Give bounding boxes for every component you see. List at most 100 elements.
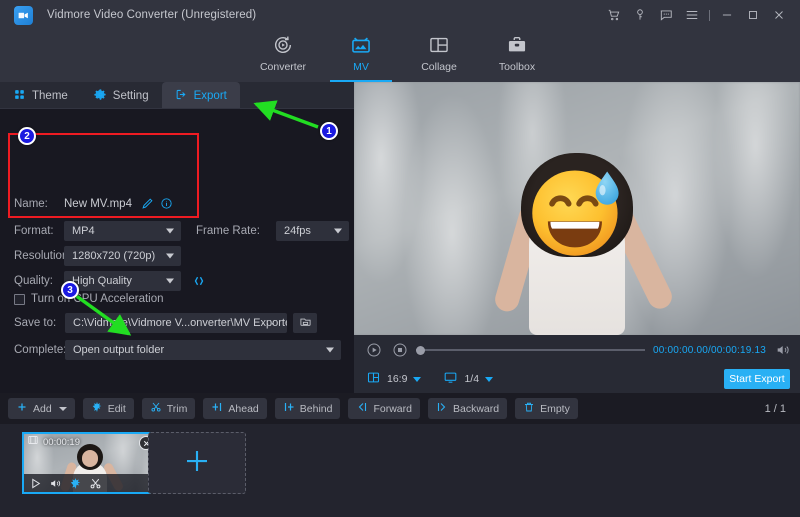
add-clip-slot[interactable] bbox=[148, 432, 246, 494]
framerate-select[interactable]: 24fps bbox=[276, 221, 349, 241]
clip-duration: 00:00:19 bbox=[43, 437, 80, 448]
timeline-strip: 00:00:19 bbox=[0, 424, 800, 517]
button-label: Behind bbox=[300, 403, 333, 415]
plus-icon bbox=[16, 401, 28, 416]
page-indicator: 1 / 1 bbox=[765, 403, 786, 415]
edit-toolbar: Add Edit Trim Ahead Behind Forward bbox=[0, 393, 800, 424]
ahead-button[interactable]: Ahead bbox=[203, 398, 266, 419]
tab-label: Theme bbox=[32, 90, 68, 102]
advanced-settings-icon[interactable] bbox=[192, 274, 206, 288]
nav-item-toolbox[interactable]: Toolbox bbox=[478, 30, 556, 82]
clip-bottom-toolbar bbox=[24, 474, 156, 492]
clip-trim-button[interactable] bbox=[89, 477, 102, 490]
start-export-button-preview[interactable]: Start Export bbox=[724, 369, 790, 389]
clip-face bbox=[82, 450, 98, 467]
key-icon[interactable] bbox=[627, 0, 653, 30]
info-icon[interactable] bbox=[160, 197, 173, 210]
quality-select[interactable]: High Quality bbox=[64, 271, 181, 291]
clip-play-button[interactable] bbox=[29, 477, 42, 490]
menu-icon[interactable] bbox=[679, 0, 705, 30]
nav-item-mv[interactable]: MV bbox=[322, 30, 400, 82]
tab-theme[interactable]: Theme bbox=[0, 82, 81, 109]
toolbox-icon bbox=[506, 32, 528, 58]
progress-slider[interactable] bbox=[416, 342, 645, 358]
cart-icon[interactable] bbox=[601, 0, 627, 30]
trim-button[interactable]: Trim bbox=[142, 398, 196, 419]
window-controls bbox=[601, 0, 792, 30]
complete-label: Complete: bbox=[14, 344, 65, 356]
save-to-path-input[interactable]: C:\Vidmore\Vidmore V...onverter\MV Expor… bbox=[65, 313, 287, 333]
nav-item-collage[interactable]: Collage bbox=[400, 30, 478, 82]
tab-setting[interactable]: Setting bbox=[81, 82, 162, 109]
nav-label: Collage bbox=[421, 61, 457, 73]
ellipsis-icon: ··· bbox=[261, 316, 276, 330]
button-label: Add bbox=[33, 403, 52, 415]
empty-button[interactable]: Empty bbox=[515, 398, 578, 419]
tab-export[interactable]: Export bbox=[162, 82, 240, 109]
behind-button[interactable]: Behind bbox=[275, 398, 341, 419]
sub-tab-row: Theme Setting Export bbox=[0, 82, 354, 109]
complete-value: Open output folder bbox=[73, 344, 164, 356]
aspect-ratio-control[interactable]: 16:9 bbox=[366, 370, 421, 388]
move-backward-icon bbox=[436, 401, 448, 416]
tab-row-divider bbox=[0, 108, 354, 109]
framerate-value: 24fps bbox=[284, 225, 311, 237]
zoom-control[interactable]: 1/4 bbox=[443, 370, 493, 388]
button-label: Empty bbox=[540, 403, 570, 415]
nav-label: MV bbox=[353, 61, 369, 73]
volume-icon[interactable] bbox=[775, 342, 791, 358]
feedback-icon[interactable] bbox=[653, 0, 679, 30]
format-row: Format: MP4 bbox=[14, 221, 181, 241]
button-label: Forward bbox=[373, 403, 412, 415]
trash-icon bbox=[523, 401, 535, 416]
resolution-select[interactable]: 1280x720 (720p) bbox=[64, 246, 181, 266]
format-select[interactable]: MP4 bbox=[64, 221, 181, 241]
resolution-value: 1280x720 (720p) bbox=[72, 250, 155, 262]
name-label: Name: bbox=[14, 198, 64, 210]
backward-button[interactable]: Backward bbox=[428, 398, 507, 419]
nav-item-converter[interactable]: Converter bbox=[244, 30, 322, 82]
mv-icon bbox=[350, 32, 372, 58]
forward-button[interactable]: Forward bbox=[348, 398, 420, 419]
folder-icon bbox=[299, 315, 312, 331]
timeline-clip[interactable]: 00:00:19 bbox=[22, 432, 158, 494]
insert-behind-icon bbox=[283, 401, 295, 416]
timecode-display: 00:00:00.00/00:00:19.13 bbox=[653, 345, 766, 356]
format-label: Format: bbox=[14, 225, 64, 237]
video-preview[interactable] bbox=[354, 82, 800, 335]
clip-volume-button[interactable] bbox=[49, 477, 62, 490]
name-row: Name: New MV.mp4 bbox=[14, 197, 173, 210]
screen-icon bbox=[443, 370, 458, 388]
main-navigation: Converter MV Collage Toolbox bbox=[0, 30, 800, 82]
edit-button[interactable]: Edit bbox=[83, 398, 134, 419]
close-icon[interactable] bbox=[766, 0, 792, 30]
move-forward-icon bbox=[356, 401, 368, 416]
button-label: Backward bbox=[453, 403, 499, 415]
stop-button[interactable] bbox=[392, 342, 408, 358]
export-panel: Theme Setting Export Name: New MV.mp4 Fo… bbox=[0, 82, 354, 393]
resolution-label: Resolution: bbox=[14, 250, 64, 262]
complete-select[interactable]: Open output folder bbox=[65, 340, 341, 360]
cpu-acceleration-row[interactable]: Turn on CPU Acceleration bbox=[14, 293, 164, 305]
save-to-label: Save to: bbox=[14, 317, 65, 329]
complete-row: Complete: Open output folder bbox=[14, 340, 341, 360]
maximize-icon[interactable] bbox=[740, 0, 766, 30]
framerate-label: Frame Rate: bbox=[196, 225, 276, 237]
minimize-icon[interactable] bbox=[714, 0, 740, 30]
collage-icon bbox=[428, 32, 450, 58]
browse-ellipsis-button[interactable]: ··· bbox=[255, 313, 281, 333]
insert-ahead-icon bbox=[211, 401, 223, 416]
open-folder-button[interactable] bbox=[293, 313, 317, 333]
add-button[interactable]: Add bbox=[8, 398, 75, 419]
progress-knob[interactable] bbox=[416, 346, 425, 355]
cpu-label: Turn on CPU Acceleration bbox=[31, 293, 164, 305]
cpu-checkbox[interactable] bbox=[14, 294, 25, 305]
tab-label: Export bbox=[194, 90, 227, 102]
chevron-down-icon bbox=[413, 377, 421, 382]
annotation-badge-2: 2 bbox=[18, 127, 36, 145]
button-label: Edit bbox=[108, 403, 126, 415]
pencil-icon[interactable] bbox=[141, 197, 154, 210]
chevron-down-icon bbox=[334, 229, 342, 234]
clip-effect-button[interactable] bbox=[69, 477, 82, 490]
play-button[interactable] bbox=[366, 342, 382, 358]
